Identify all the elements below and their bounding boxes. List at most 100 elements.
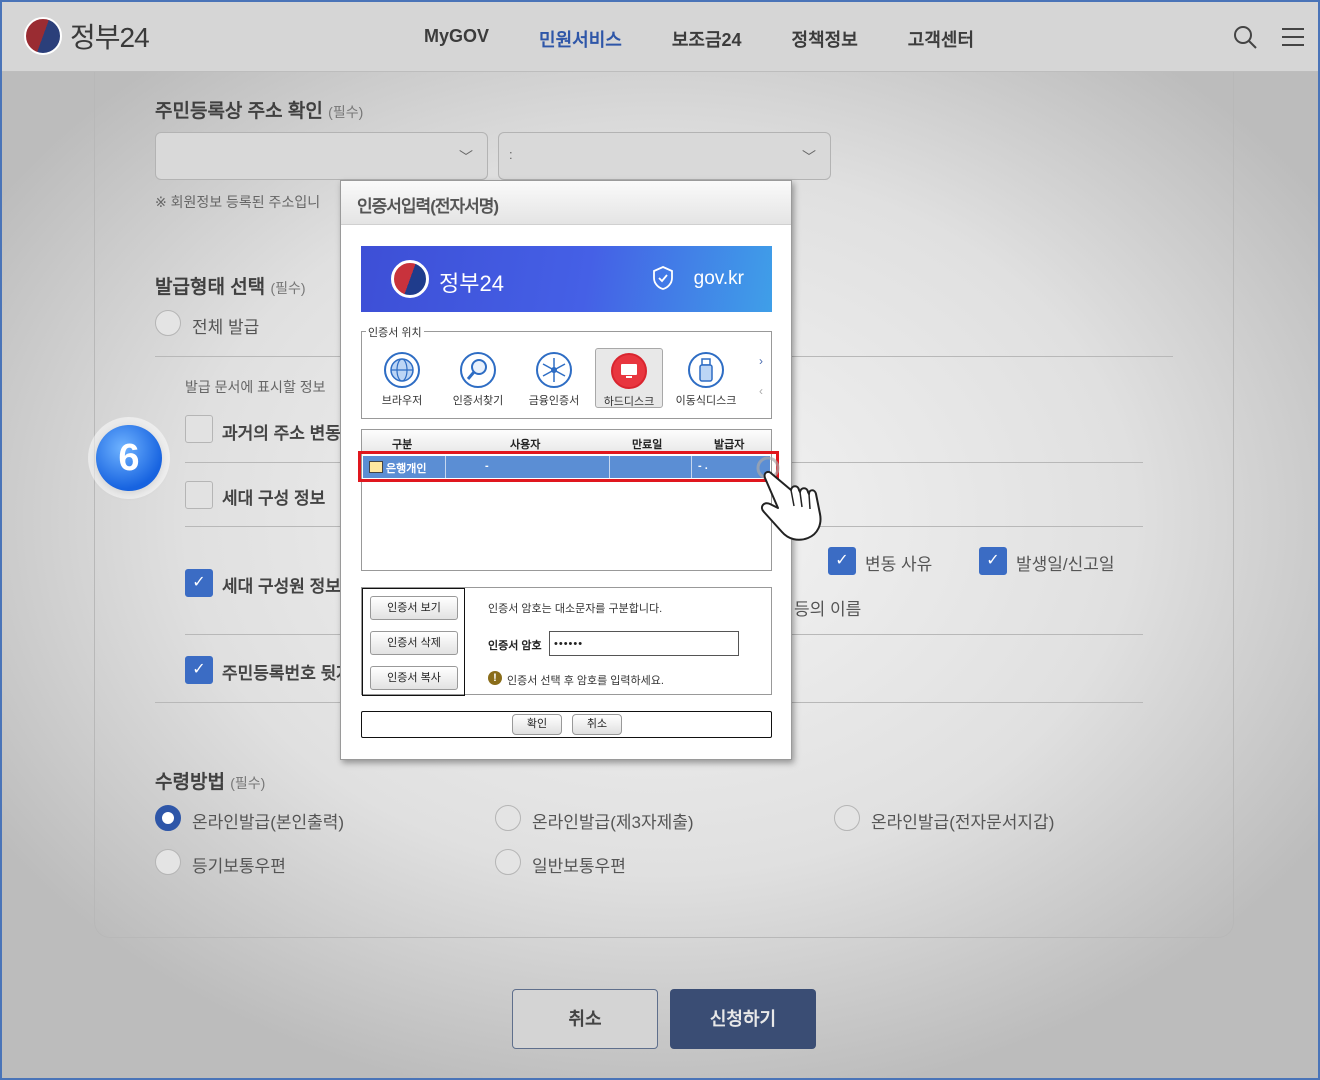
- globe-icon: [384, 352, 420, 388]
- checkbox-occur-date[interactable]: ✓: [979, 547, 1007, 575]
- step-badge: 6: [96, 425, 162, 491]
- address-select-1[interactable]: ﹀: [155, 132, 488, 180]
- scroll-left-icon[interactable]: ‹: [759, 384, 763, 398]
- banner-domain: gov.kr: [693, 268, 744, 289]
- past-address-label: 과거의 주소 변동사: [222, 424, 357, 443]
- nav-policy[interactable]: 정책정보: [792, 26, 858, 52]
- receive-title: 수령방법 (필수): [155, 767, 265, 794]
- radio-online-wallet[interactable]: [834, 805, 860, 831]
- checkbox-change-reason[interactable]: ✓: [828, 547, 856, 575]
- location-browser[interactable]: 브라우저: [368, 348, 436, 408]
- regular-mail-label: 일반보통우편: [532, 857, 626, 876]
- address-select-2-value: :: [509, 147, 513, 162]
- location-legend: 인증서 위치: [366, 324, 424, 340]
- full-issue-label: 전체 발급: [192, 318, 260, 337]
- harddisk-icon: [611, 353, 647, 389]
- occur-date-label: 발생일/신고일: [1016, 555, 1115, 574]
- dialog-footer: 확인 취소: [361, 711, 772, 738]
- members-label: 세대 구성원 정보: [222, 577, 341, 596]
- online-self-label: 온라인발급(본인출력): [192, 813, 345, 832]
- certificate-location-box: 인증서 위치 브라우저 인증서찾기 금융인증서 하드디스크 이동식디스크 › ‹: [361, 324, 772, 419]
- banner-title: 정부24: [439, 271, 504, 296]
- menu-icon[interactable]: [1280, 24, 1306, 50]
- nav-civil-service[interactable]: 민원서비스: [539, 26, 622, 52]
- address-note: ※ 회원정보 등록된 주소입니: [155, 194, 321, 210]
- password-section: 인증서 보기 인증서 삭제 인증서 복사 인증서 암호는 대소문자를 구분합니다…: [361, 587, 772, 696]
- radio-online-third[interactable]: [495, 805, 521, 831]
- cancel-button[interactable]: 취소: [512, 989, 658, 1049]
- usb-drive-icon: [688, 352, 724, 388]
- radio-regular-mail[interactable]: [495, 849, 521, 875]
- taegeuk-emblem-icon: [391, 260, 429, 298]
- required-mark: (필수): [270, 280, 306, 296]
- delete-certificate-button[interactable]: 인증서 삭제: [370, 631, 458, 655]
- pointer-hand-icon: [756, 456, 822, 541]
- location-removable[interactable]: 이동식디스크: [672, 348, 740, 408]
- site-header: 정부24 MyGOV 민원서비스 보조금24 정책정보 고객센터: [2, 2, 1318, 72]
- location-harddisk[interactable]: 하드디스크: [595, 348, 663, 408]
- ok-button[interactable]: 확인: [512, 714, 562, 735]
- location-label: 금융인증서: [528, 395, 580, 407]
- radio-online-self[interactable]: [155, 805, 181, 831]
- nav-customer-center[interactable]: 고객센터: [908, 26, 974, 52]
- location-label: 브라우저: [381, 395, 423, 407]
- location-label: 인증서찾기: [452, 395, 504, 407]
- search-icon[interactable]: [1232, 24, 1258, 50]
- household-label: 세대 구성 정보: [222, 489, 326, 508]
- gov24-banner: 정부24 gov.kr: [361, 246, 772, 312]
- required-mark: (필수): [328, 104, 364, 120]
- address-title-text: 주민등록상 주소 확인: [155, 101, 323, 122]
- address-select-2[interactable]: : ﹀: [498, 132, 831, 180]
- radio-full-issue[interactable]: [155, 310, 181, 336]
- col-type: 구분: [392, 439, 413, 451]
- issue-type-title-text: 발급형태 선택: [155, 277, 266, 298]
- location-financial[interactable]: 금융인증서: [520, 348, 588, 408]
- issue-type-title: 발급형태 선택 (필수): [155, 272, 306, 299]
- change-reason-label: 변동 사유: [865, 555, 933, 574]
- scroll-right-icon[interactable]: ›: [759, 354, 763, 368]
- name-option-label: 등의 이름: [794, 600, 862, 619]
- magnifier-icon: [460, 352, 496, 388]
- dialog-title: 인증서입력(전자서명): [341, 181, 791, 225]
- selection-highlight: [358, 451, 779, 482]
- nav-subsidy[interactable]: 보조금24: [672, 26, 742, 52]
- radio-registered-mail[interactable]: [155, 849, 181, 875]
- col-expiry: 만료일: [632, 439, 663, 451]
- col-user: 사용자: [510, 439, 541, 451]
- submit-button[interactable]: 신청하기: [670, 989, 816, 1049]
- screenshot-frame: 정부24 MyGOV 민원서비스 보조금24 정책정보 고객센터 주민등록상 주…: [0, 0, 1320, 1080]
- issue-sub-note: 발급 문서에 표시할 정보: [185, 379, 326, 395]
- address-section-title: 주민등록상 주소 확인 (필수): [155, 96, 363, 123]
- online-third-label: 온라인발급(제3자제출): [532, 813, 694, 832]
- shield-icon: [653, 266, 673, 290]
- copy-certificate-button[interactable]: 인증서 복사: [370, 666, 458, 690]
- checkbox-rrn[interactable]: ✓: [185, 656, 213, 684]
- checkbox-past-address[interactable]: [185, 415, 213, 443]
- location-label: 이동식디스크: [675, 395, 737, 407]
- case-sensitive-note: 인증서 암호는 대소문자를 구분합니다.: [488, 603, 663, 615]
- logo-text: 정부24: [70, 22, 150, 53]
- network-icon: [536, 352, 572, 388]
- view-certificate-button[interactable]: 인증서 보기: [370, 596, 458, 620]
- chevron-down-icon: ﹀: [459, 149, 473, 165]
- chevron-down-icon: ﹀: [802, 149, 816, 165]
- dialog-cancel-button[interactable]: 취소: [572, 714, 622, 735]
- registered-mail-label: 등기보통우편: [192, 857, 286, 876]
- certificate-actions: 인증서 보기 인증서 삭제 인증서 복사: [362, 588, 465, 696]
- password-warning: 인증서 선택 후 암호를 입력하세요.: [507, 675, 664, 687]
- password-label: 인증서 암호: [488, 640, 542, 652]
- checkbox-members[interactable]: ✓: [185, 569, 213, 597]
- warning-icon: !: [488, 671, 502, 685]
- rrn-label: 주민등록번호 뒷자: [222, 664, 352, 683]
- password-input[interactable]: ••••••: [549, 631, 739, 656]
- online-wallet-label: 온라인발급(전자문서지갑): [871, 813, 1055, 832]
- taegeuk-emblem-icon: [24, 17, 62, 55]
- col-issuer: 발급자: [714, 439, 745, 451]
- location-find[interactable]: 인증서찾기: [444, 348, 512, 408]
- checkbox-household[interactable]: [185, 481, 213, 509]
- main-nav: MyGOV 민원서비스 보조금24 정책정보 고객센터: [424, 26, 1024, 52]
- nav-mygov[interactable]: MyGOV: [424, 26, 489, 52]
- site-logo[interactable]: 정부24: [24, 16, 150, 56]
- location-label: 하드디스크: [603, 396, 655, 408]
- required-mark: (필수): [230, 775, 266, 791]
